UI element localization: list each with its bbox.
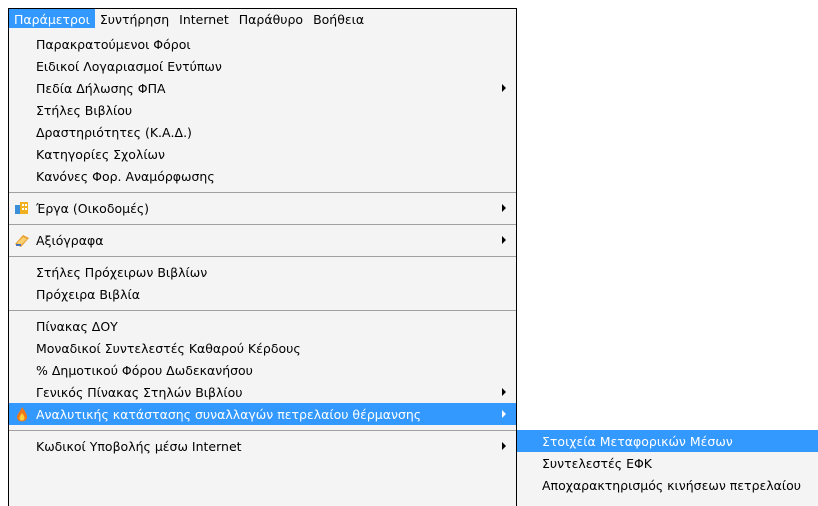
submenu-item-transport-means[interactable]: Στοιχεία Μεταφορικών Μέσων — [517, 430, 818, 452]
submenu-arrow-icon — [502, 442, 506, 450]
menu-item-label: Πρόχειρα Βιβλία — [36, 286, 140, 302]
menu-item-special-form-accounts[interactable]: Ειδικοί Λογαριασμοί Εντύπων — [9, 55, 516, 77]
menu-item-withheld-taxes[interactable]: Παρακρατούμενοι Φόροι — [9, 33, 516, 55]
menu-item-label: Μοναδικοί Συντελεστές Καθαρού Κέρδους — [36, 340, 301, 356]
menu-item-label: Πεδία Δήλωσης ΦΠΑ — [36, 80, 166, 96]
menu-item-label: Έργα (Οικοδομές) — [36, 200, 150, 216]
menubar-window[interactable]: Παράθυρο — [234, 9, 308, 29]
menubar-help[interactable]: Βοήθεια — [308, 9, 369, 29]
menu-item-comment-categories[interactable]: Κατηγορίες Σχολίων — [9, 143, 516, 165]
submenu-arrow-icon — [502, 204, 506, 212]
securities-icon — [14, 232, 30, 248]
menu-item-label: Στήλες Πρόχειρων Βιβλίων — [36, 264, 208, 280]
menu-item-label: Κατηγορίες Σχολίων — [36, 146, 166, 162]
menu-item-activities-kad[interactable]: Δραστηριότητες (Κ.Α.Δ.) — [9, 121, 516, 143]
menu-item-vat-declaration-fields[interactable]: Πεδία Δήλωσης ΦΠΑ — [9, 77, 516, 99]
menu-bar: Παράμετροι Συντήρηση Internet Παράθυρο Β… — [8, 8, 517, 29]
menu-separator — [9, 192, 516, 193]
menu-separator — [9, 224, 516, 225]
menu-item-label: Παρακρατούμενοι Φόροι — [36, 36, 191, 52]
menu-item-draft-books[interactable]: Πρόχειρα Βιβλία — [9, 283, 516, 305]
construction-icon — [14, 200, 30, 216]
menu-item-securities[interactable]: Αξιόγραφα — [9, 229, 516, 251]
parameters-dropdown-menu: Παρακρατούμενοι Φόροι Ειδικοί Λογαριασμο… — [8, 28, 517, 506]
menu-separator — [9, 256, 516, 257]
submenu-arrow-icon — [502, 388, 506, 396]
menu-separator — [9, 310, 516, 311]
menu-item-projects[interactable]: Έργα (Οικοδομές) — [9, 197, 516, 219]
menu-item-label: Πίνακας ΔΟΥ — [36, 318, 118, 334]
menu-item-internet-submission-codes[interactable]: Κωδικοί Υποβολής μέσω Internet — [9, 435, 516, 457]
menubar-parameters[interactable]: Παράμετροι — [9, 9, 95, 29]
menubar-maintenance[interactable]: Συντήρηση — [95, 9, 174, 29]
menu-item-net-profit-coefficients[interactable]: Μοναδικοί Συντελεστές Καθαρού Κέρδους — [9, 337, 516, 359]
menu-item-label: Ειδικοί Λογαριασμοί Εντύπων — [36, 58, 222, 74]
menu-item-general-book-columns-table[interactable]: Γενικός Πίνακας Στηλών Βιβλίου — [9, 381, 516, 403]
menu-item-draft-book-columns[interactable]: Στήλες Πρόχειρων Βιβλίων — [9, 261, 516, 283]
submenu-item-oil-movement-declassification[interactable]: Αποχαρακτηρισμός κινήσεων πετρελαίου — [517, 474, 818, 496]
menu-item-tax-adjustment-rules[interactable]: Κανόνες Φορ. Αναμόρφωσης — [9, 165, 516, 187]
menu-item-label: Δραστηριότητες (Κ.Α.Δ.) — [36, 124, 192, 140]
flame-icon — [14, 406, 30, 422]
menu-item-label: Κωδικοί Υποβολής μέσω Internet — [36, 438, 242, 454]
menu-item-label: Αξιόγραφα — [36, 232, 104, 248]
menu-item-label: % Δημοτικού Φόρου Δωδεκανήσου — [36, 362, 253, 378]
submenu-arrow-icon — [502, 84, 506, 92]
menu-separator — [9, 430, 516, 431]
menu-item-dodecanese-municipal-tax[interactable]: % Δημοτικού Φόρου Δωδεκανήσου — [9, 359, 516, 381]
menu-item-heating-oil-transactions[interactable]: Αναλυτικής κατάστασης συναλλαγών πετρελα… — [9, 403, 516, 425]
submenu-item-efk-coefficients[interactable]: Συντελεστές ΕΦΚ — [517, 452, 818, 474]
menu-item-book-columns[interactable]: Στήλες Βιβλίου — [9, 99, 516, 121]
menu-item-label: Γενικός Πίνακας Στηλών Βιβλίου — [36, 384, 243, 400]
menu-item-label: Αναλυτικής κατάστασης συναλλαγών πετρελα… — [36, 406, 422, 422]
menubar-internet[interactable]: Internet — [174, 9, 234, 29]
submenu-arrow-icon — [502, 410, 506, 418]
menu-item-label: Στήλες Βιβλίου — [36, 102, 133, 118]
menu-item-label: Κανόνες Φορ. Αναμόρφωσης — [36, 168, 215, 184]
submenu-arrow-icon — [502, 236, 506, 244]
heating-oil-submenu: Στοιχεία Μεταφορικών Μέσων Συντελεστές Ε… — [516, 430, 818, 506]
menu-item-doy-table[interactable]: Πίνακας ΔΟΥ — [9, 315, 516, 337]
